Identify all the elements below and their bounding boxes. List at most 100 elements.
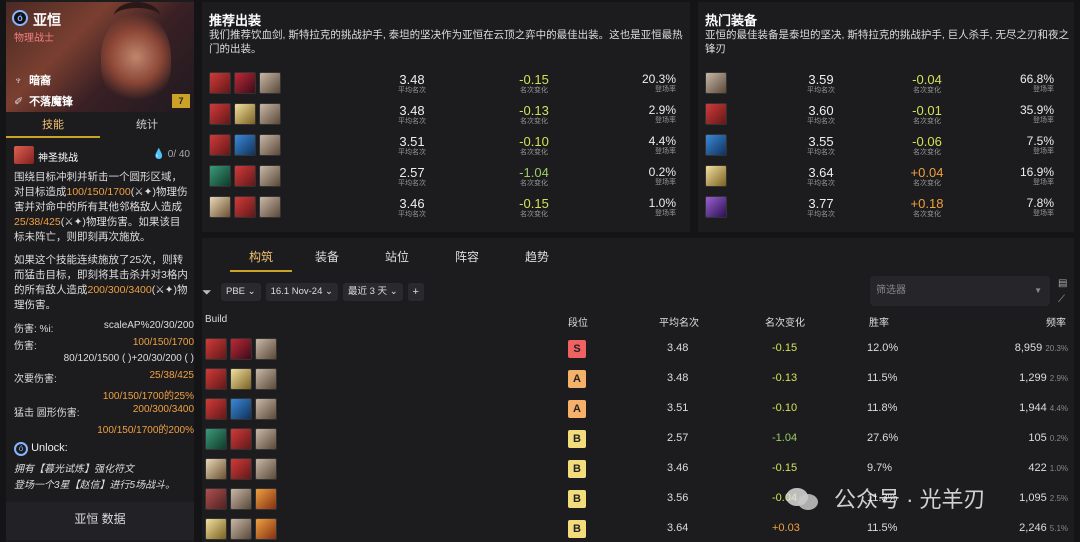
recommended-build-row[interactable]: 3.48 平均名次 -0.13 名次变化 2.9% 登场率 <box>202 103 690 131</box>
item-icon[interactable] <box>705 196 727 218</box>
item-icon[interactable] <box>230 488 252 510</box>
item-icon[interactable] <box>234 134 256 156</box>
patch-select[interactable]: PBE ⌄ <box>221 283 261 301</box>
table-row[interactable]: B 2.57 -1.04 27.6% 105 0.2% <box>202 426 1074 452</box>
win-rate: 11.5% <box>867 522 898 534</box>
frequency: 1,299 2.9% <box>1019 372 1068 384</box>
placement-change: -0.15 <box>772 342 798 354</box>
item-icon[interactable] <box>259 72 281 94</box>
champion-class-icon: ó <box>12 10 28 26</box>
item-icon[interactable] <box>205 368 227 390</box>
item-icon[interactable] <box>234 103 256 125</box>
table-row[interactable]: A 3.51 -0.10 11.8% 1,944 4.4% <box>202 396 1074 422</box>
item-icon[interactable] <box>255 488 277 510</box>
item-icon[interactable] <box>259 134 281 156</box>
item-icon[interactable] <box>230 368 252 390</box>
add-filter-button[interactable]: + <box>407 283 424 301</box>
item-icon[interactable] <box>255 338 277 360</box>
item-icon[interactable] <box>209 134 231 156</box>
item-icon[interactable] <box>230 428 252 450</box>
item-icon[interactable] <box>230 458 252 480</box>
avg-placement: 3.46 <box>399 196 425 211</box>
chevron-down-icon: ▼ <box>1034 286 1042 295</box>
avg-placement: 3.55 <box>808 134 834 149</box>
avg-placement: 3.64 <box>667 522 689 534</box>
col-avg[interactable]: 平均名次 <box>659 314 699 329</box>
table-view-icon[interactable]: ▤ <box>1058 278 1070 290</box>
item-icon[interactable] <box>255 368 277 390</box>
item-icon[interactable] <box>230 518 252 540</box>
item-icon[interactable] <box>259 196 281 218</box>
recommended-build-row[interactable]: 2.57 平均名次 -1.04 名次变化 0.2% 登场率 <box>202 165 690 193</box>
placement-change: -0.10 <box>772 402 798 414</box>
rate-label: 登场率 <box>655 148 676 155</box>
item-icon[interactable] <box>705 103 727 125</box>
item-icon[interactable] <box>205 338 227 360</box>
tab-builds[interactable]: 构筑 <box>230 244 292 272</box>
item-icon[interactable] <box>205 398 227 420</box>
popular-item-row[interactable]: 3.60 平均名次 -0.01 名次变化 35.9% 登场率 <box>698 103 1074 131</box>
win-rate: 9.7% <box>867 462 893 474</box>
item-icon[interactable] <box>234 72 256 94</box>
champion-data-button[interactable]: 亚恒 数据 <box>6 502 194 540</box>
tab-positioning[interactable]: 站位 <box>362 244 432 272</box>
item-icon[interactable] <box>255 458 277 480</box>
item-icon[interactable] <box>705 72 727 94</box>
item-icon[interactable] <box>255 398 277 420</box>
item-icon[interactable] <box>705 165 727 187</box>
tab-trends[interactable]: 趋势 <box>502 244 572 272</box>
popular-item-row[interactable]: 3.77 平均名次 +0.18 名次变化 7.8% 登场率 <box>698 196 1074 224</box>
item-icon[interactable] <box>234 196 256 218</box>
stat-row: 次要伤害: 25/38/425 <box>14 370 194 385</box>
col-frequency[interactable]: 频率 <box>1046 314 1066 329</box>
popular-item-row[interactable]: 3.64 平均名次 +0.04 名次变化 16.9% 登场率 <box>698 165 1074 193</box>
tab-stats[interactable]: 统计 <box>100 114 194 138</box>
rate-label: 登场率 <box>1033 148 1054 155</box>
item-icon[interactable] <box>259 165 281 187</box>
item-icon[interactable] <box>205 428 227 450</box>
item-icon[interactable] <box>705 134 727 156</box>
filter-input[interactable]: 筛选器 ▼ <box>870 276 1050 306</box>
avg-placement: 3.48 <box>399 103 425 118</box>
tab-comps[interactable]: 阵容 <box>432 244 502 272</box>
frequency: 8,959 20.3% <box>1014 342 1068 354</box>
popular-item-row[interactable]: 3.59 平均名次 -0.04 名次变化 66.8% 登场率 <box>698 72 1074 100</box>
trait-immortal[interactable]: ✐ 不落魔锋 <box>14 93 73 109</box>
item-icon[interactable] <box>205 458 227 480</box>
col-winrate[interactable]: 胜率 <box>869 314 889 329</box>
recommended-build-row[interactable]: 3.46 平均名次 -0.15 名次变化 1.0% 登场率 <box>202 196 690 224</box>
tab-skills[interactable]: 技能 <box>6 114 100 138</box>
item-icon[interactable] <box>259 103 281 125</box>
recommended-build-row[interactable]: 3.48 平均名次 -0.15 名次变化 20.3% 登场率 <box>202 72 690 100</box>
col-build[interactable]: Build <box>205 314 227 325</box>
avg-placement: 2.57 <box>667 432 689 444</box>
item-icon[interactable] <box>209 165 231 187</box>
item-icon[interactable] <box>255 428 277 450</box>
item-icon[interactable] <box>230 398 252 420</box>
days-select[interactable]: 最近 3 天 ⌄ <box>343 283 403 301</box>
placement-change: -0.15 <box>519 72 549 87</box>
filter-icon[interactable]: ⏷ <box>202 285 216 299</box>
rate-label: 登场率 <box>655 86 676 93</box>
version-select[interactable]: 16.1 Nov-24 ⌄ <box>265 283 338 301</box>
col-change[interactable]: 名次变化 <box>765 314 805 329</box>
item-icon[interactable] <box>205 518 227 540</box>
col-tier[interactable]: 段位 <box>568 314 588 329</box>
watermark: 公众号 · 光羊刃 <box>786 478 1076 522</box>
popular-item-row[interactable]: 3.55 平均名次 -0.06 名次变化 7.5% 登场率 <box>698 134 1074 162</box>
table-row[interactable]: A 3.48 -0.13 11.5% 1,299 2.9% <box>202 366 1074 392</box>
table-row[interactable]: S 3.48 -0.15 12.0% 8,959 20.3% <box>202 336 1074 362</box>
item-icon[interactable] <box>230 338 252 360</box>
recommended-build-row[interactable]: 3.51 平均名次 -0.10 名次变化 4.4% 登场率 <box>202 134 690 162</box>
item-icon[interactable] <box>209 196 231 218</box>
item-icon[interactable] <box>234 165 256 187</box>
item-icon[interactable] <box>255 518 277 540</box>
item-icon[interactable] <box>209 103 231 125</box>
placement-change: -0.06 <box>912 134 942 149</box>
item-icon[interactable] <box>205 488 227 510</box>
trait-darkin[interactable]: ♆ 暗裔 <box>14 72 51 88</box>
change-label: 名次变化 <box>913 211 941 218</box>
tab-items[interactable]: 装备 <box>292 244 362 272</box>
item-icon[interactable] <box>209 72 231 94</box>
chart-view-icon[interactable]: ⟋ <box>1058 294 1070 306</box>
